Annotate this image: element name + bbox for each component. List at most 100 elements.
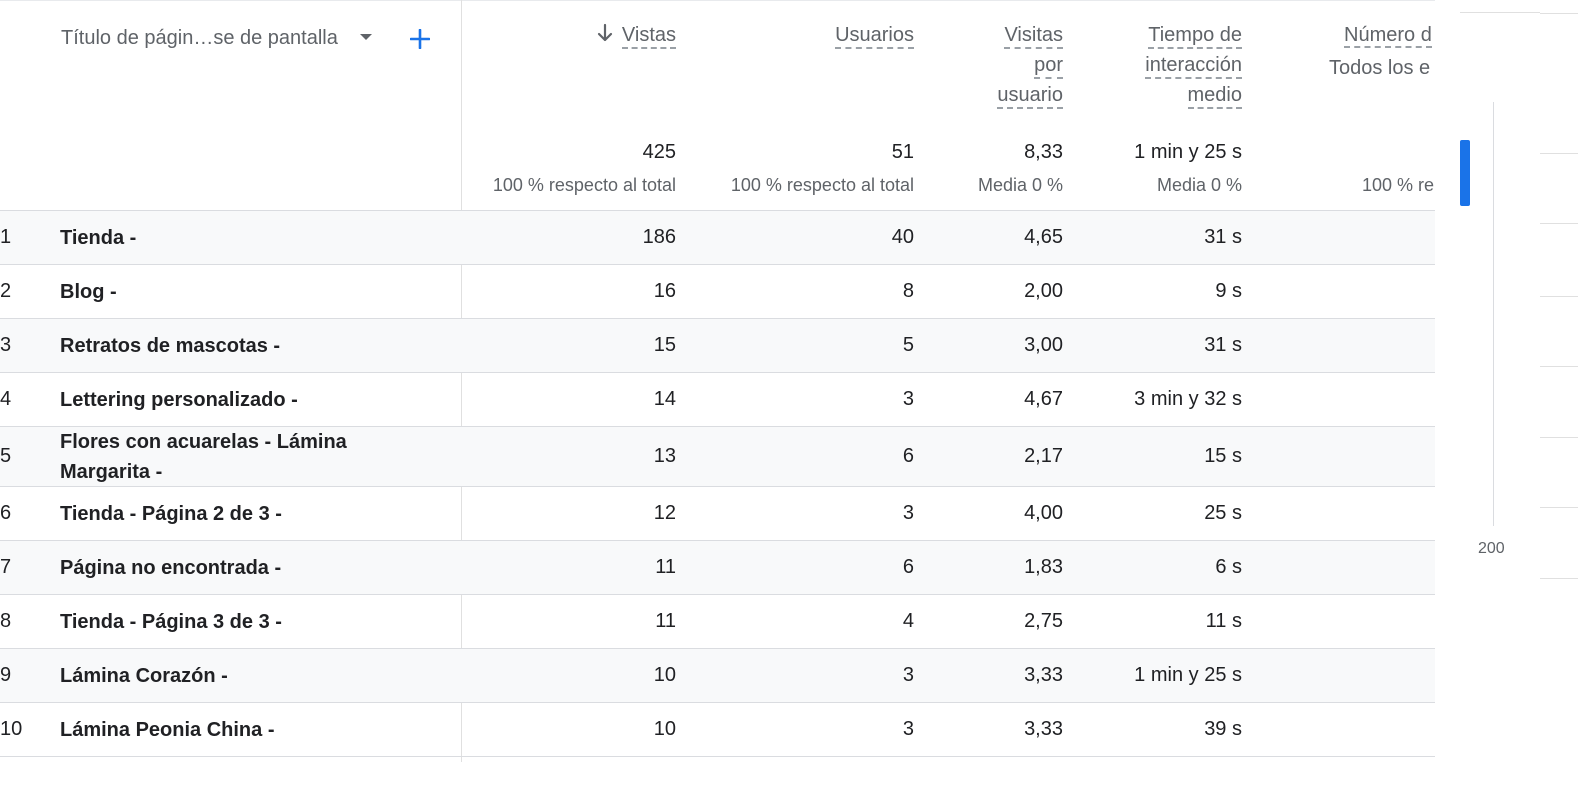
column-header-views[interactable]: Vistas [466,20,676,50]
row-cell-users: 3 [902,718,914,740]
row-index: 2 [0,280,12,302]
side-gridline [1540,296,1578,297]
row-cell-users: 5 [902,334,914,356]
row-cell-users: 3 [902,388,914,410]
row-cell-users: 6 [902,556,914,578]
add-dimension-icon[interactable] [405,24,435,54]
column-header-visits-per-user[interactable]: Visitas por usuario [933,20,1063,110]
side-gridline [1540,578,1578,579]
caret-down-icon[interactable] [358,30,374,46]
row-cell-views: 12 [653,502,676,524]
row-cell-visits-per-user: 1,83 [1024,556,1063,578]
row-cell-visits-per-user: 3,33 [1024,718,1063,740]
row-index: 7 [0,556,12,578]
row-cell-views: 15 [653,334,676,356]
row-page-title[interactable]: Lámina Peonia China - [60,715,390,745]
row-index: 9 [0,664,12,686]
table-row[interactable]: 7 Página no encontrada - 11 6 1,83 6 s [0,541,1435,595]
row-page-title[interactable]: Retratos de mascotas - [60,331,390,361]
row-cell-visits-per-user: 4,67 [1024,388,1063,410]
chart-axis-label: 200 [1478,540,1505,557]
total-visits-per-user-sub: Media 0 % [977,175,1063,195]
row-cell-engagement: 31 s [1204,226,1242,248]
row-index: 1 [0,226,12,248]
row-page-title[interactable]: Página no encontrada - [60,553,390,583]
table-row[interactable]: 6 Tienda - Página 2 de 3 - 12 3 4,00 25 s [0,487,1435,541]
table-row[interactable]: 4 Lettering personalizado - 14 3 4,67 3 min y… [0,373,1435,427]
row-page-title[interactable]: Lettering personalizado - [60,385,390,415]
row-cell-users: 40 [891,226,914,248]
row-cell-engagement: 3 min y 32 s [1134,388,1242,410]
row-page-title[interactable]: Blog - [60,277,390,307]
chart-axis-line [1493,102,1494,526]
row-cell-visits-per-user: 2,17 [1024,445,1063,467]
total-events-percent: 100 % re [1362,175,1435,195]
column-engagement-time: Tiempo de interacción medio 1 min y 25 s… [1082,20,1242,210]
row-page-title[interactable]: Lámina Corazón - [60,661,390,691]
row-index: 10 [0,718,23,740]
row-cell-views: 10 [653,718,676,740]
row-cell-views: 11 [655,610,676,632]
total-views-percent: 100 % respecto al total [492,175,676,195]
table-row[interactable]: 5 Flores con acuarelas - Lámina Margarita… [0,427,1435,487]
row-cell-users: 6 [902,445,914,467]
row-cell-visits-per-user: 3,33 [1024,664,1063,686]
side-gridline [1540,13,1578,14]
row-cell-users: 4 [902,610,914,632]
table-row[interactable]: 9 Lámina Corazón - 10 3 3,33 1 min y 25 s [0,649,1435,703]
column-visits-per-user: Visitas por usuario 8,33 Media 0 % [933,20,1063,210]
table-row[interactable]: 2 Blog - 16 8 2,00 9 s [0,265,1435,319]
row-cell-visits-per-user: 3,00 [1024,334,1063,356]
side-gridline [1540,223,1578,224]
row-cell-views: 10 [653,664,676,686]
row-cell-engagement: 25 s [1204,502,1242,524]
sort-descending-icon [597,23,612,42]
chart-bar[interactable] [1460,140,1470,206]
column-header-engagement-time[interactable]: Tiempo de interacción medio [1082,20,1242,110]
side-gridline [1540,437,1578,438]
row-cell-users: 3 [902,664,914,686]
column-header-events[interactable]: Número d [1344,20,1432,50]
row-index: 3 [0,334,12,356]
side-gridline [1540,507,1578,508]
side-gridline [1540,366,1578,367]
row-cell-views: 186 [642,226,676,248]
row-index: 5 [0,445,12,467]
row-cell-views: 11 [655,556,676,578]
row-index: 8 [0,610,12,632]
side-top-cell [1460,0,1540,13]
row-cell-visits-per-user: 4,00 [1024,502,1063,524]
row-cell-visits-per-user: 2,00 [1024,280,1063,302]
row-cell-visits-per-user: 4,65 [1024,226,1063,248]
row-cell-engagement: 39 s [1204,718,1242,740]
row-cell-engagement: 11 s [1205,610,1242,632]
table-row[interactable]: 3 Retratos de mascotas - 15 5 3,00 31 s [0,319,1435,373]
table-row[interactable]: 1 Tienda - 186 40 4,65 31 s [0,211,1435,265]
row-cell-engagement: 6 s [1215,556,1242,578]
row-page-title[interactable]: Flores con acuarelas - Lámina Margarita … [60,427,390,487]
total-users-percent: 100 % respecto al total [730,175,914,195]
row-cell-engagement: 1 min y 25 s [1134,664,1242,686]
row-cell-engagement: 31 s [1204,334,1242,356]
row-page-title[interactable]: Tienda - Página 3 de 3 - [60,607,390,637]
row-cell-engagement: 9 s [1215,280,1242,302]
column-users: Usuarios 51 100 % respecto al total [694,20,914,210]
side-panel [1435,0,1578,796]
row-cell-engagement: 15 s [1204,445,1242,467]
row-page-title[interactable]: Tienda - Página 2 de 3 - [60,499,390,529]
report-table: Título de págin…se de pantalla Vistas 42… [0,0,1435,762]
row-cell-views: 13 [653,445,676,467]
column-views: Vistas 425 100 % respecto al total [466,20,676,210]
table-row[interactable]: 10 Lámina Peonia China - 10 3 3,33 39 s [0,703,1435,757]
total-users: 51 [891,141,914,163]
dimension-selector[interactable]: Título de págin…se de pantalla [61,26,374,50]
row-index: 4 [0,388,12,410]
column-header-users[interactable]: Usuarios [694,20,914,50]
row-cell-visits-per-user: 2,75 [1024,610,1063,632]
row-page-title[interactable]: Tienda - [60,223,390,253]
total-visits-per-user: 8,33 [1024,141,1063,163]
row-index: 6 [0,502,12,524]
table-row[interactable]: 8 Tienda - Página 3 de 3 - 11 4 2,75 11 s [0,595,1435,649]
table-top-border [0,0,1435,1]
row-cell-users: 8 [902,280,914,302]
